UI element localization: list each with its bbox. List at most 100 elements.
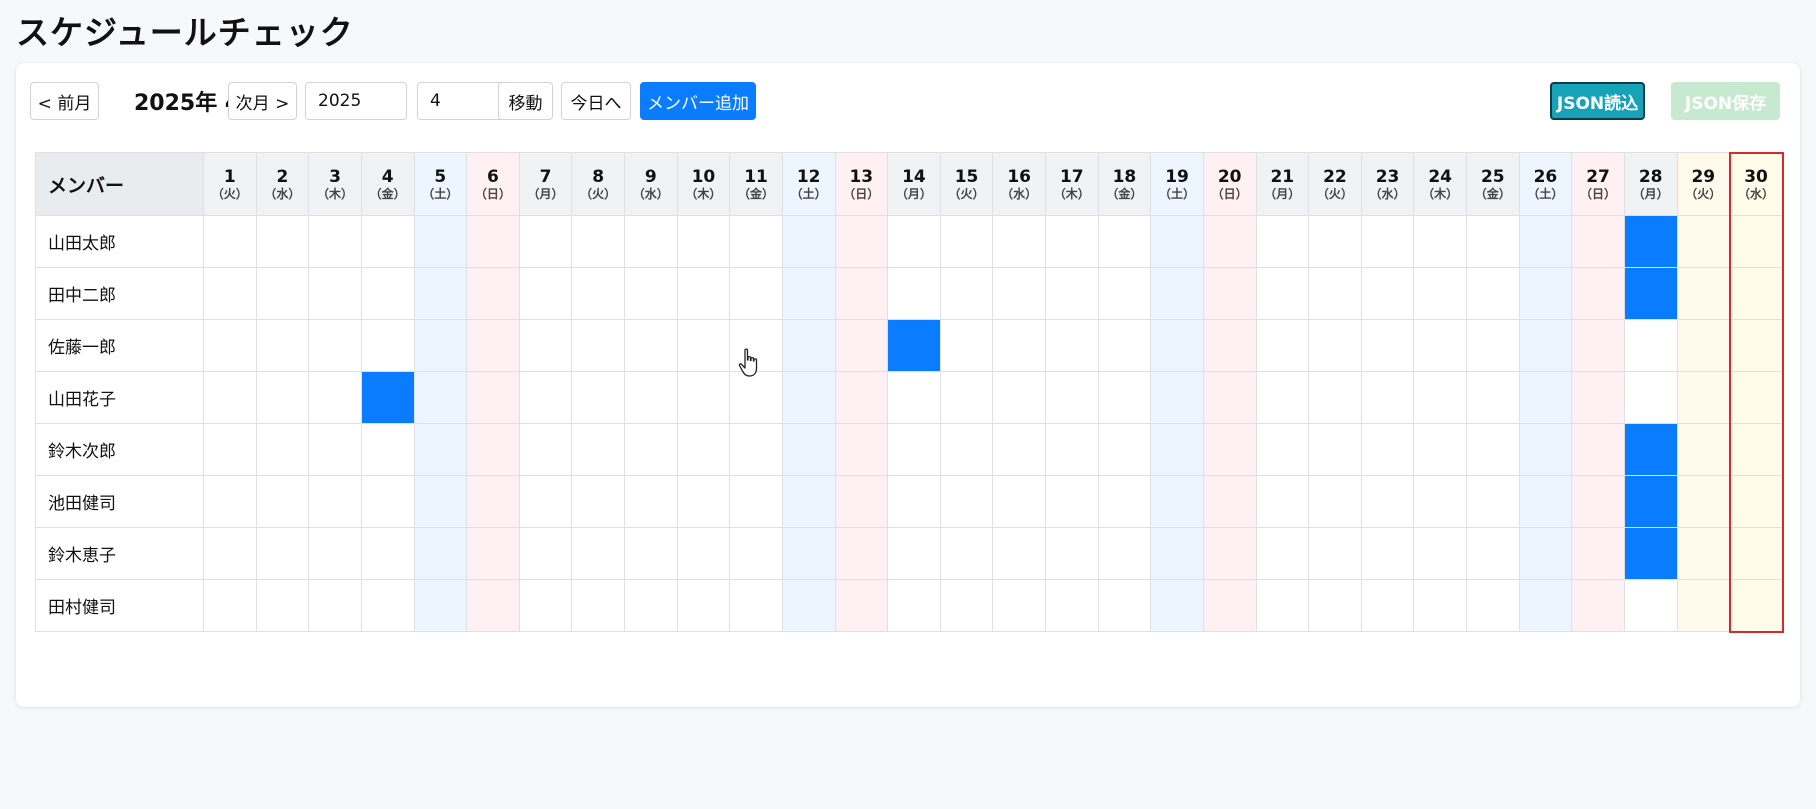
schedule-cell[interactable] — [676, 423, 731, 476]
schedule-cell[interactable] — [834, 215, 889, 268]
schedule-cell[interactable] — [1413, 475, 1467, 528]
schedule-cell[interactable] — [1097, 267, 1152, 320]
schedule-cell[interactable] — [939, 475, 994, 528]
schedule-cell[interactable] — [466, 319, 520, 372]
schedule-cell[interactable] — [1623, 475, 1678, 528]
schedule-cell[interactable] — [1360, 215, 1415, 268]
schedule-cell[interactable] — [1518, 579, 1573, 632]
schedule-cell[interactable] — [203, 579, 257, 632]
schedule-cell[interactable] — [834, 527, 889, 580]
schedule-cell[interactable] — [1676, 579, 1731, 632]
schedule-cell[interactable] — [1571, 215, 1625, 268]
schedule-cell[interactable] — [1413, 579, 1467, 632]
schedule-cell[interactable] — [1308, 371, 1362, 424]
schedule-cell[interactable] — [1413, 527, 1467, 580]
schedule-cell[interactable] — [203, 371, 257, 424]
schedule-cell[interactable] — [887, 215, 941, 268]
schedule-cell[interactable] — [1045, 527, 1099, 580]
schedule-cell[interactable] — [1150, 475, 1204, 528]
schedule-cell[interactable] — [1150, 579, 1204, 632]
schedule-cell[interactable] — [360, 319, 415, 372]
go-button[interactable]: 移動 — [498, 82, 553, 120]
schedule-cell[interactable] — [1202, 579, 1257, 632]
schedule-cell[interactable] — [1729, 475, 1783, 528]
schedule-cell[interactable] — [1571, 267, 1625, 320]
schedule-cell[interactable] — [1255, 267, 1310, 320]
schedule-cell[interactable] — [992, 579, 1046, 632]
schedule-cell[interactable] — [1413, 267, 1467, 320]
schedule-cell[interactable] — [624, 475, 678, 528]
schedule-cell[interactable] — [887, 579, 941, 632]
schedule-cell[interactable] — [518, 319, 573, 372]
schedule-cell[interactable] — [1045, 475, 1099, 528]
schedule-cell[interactable] — [1097, 579, 1152, 632]
schedule-cell[interactable] — [308, 475, 362, 528]
schedule-cell[interactable] — [360, 215, 415, 268]
schedule-cell[interactable] — [1729, 527, 1783, 580]
schedule-cell[interactable] — [413, 527, 468, 580]
schedule-cell[interactable] — [571, 423, 625, 476]
schedule-cell[interactable] — [1097, 215, 1152, 268]
schedule-cell[interactable] — [676, 371, 731, 424]
next-month-button[interactable]: 次月 > — [228, 82, 297, 120]
schedule-cell[interactable] — [1466, 579, 1520, 632]
schedule-cell[interactable] — [518, 423, 573, 476]
schedule-cell[interactable] — [255, 215, 310, 268]
schedule-cell[interactable] — [1202, 371, 1257, 424]
schedule-cell[interactable] — [1255, 319, 1310, 372]
schedule-cell[interactable] — [1466, 267, 1520, 320]
schedule-cell[interactable] — [413, 267, 468, 320]
schedule-cell[interactable] — [1413, 215, 1467, 268]
schedule-cell[interactable] — [676, 319, 731, 372]
schedule-cell[interactable] — [781, 267, 836, 320]
schedule-cell[interactable] — [1623, 319, 1678, 372]
schedule-cell[interactable] — [308, 371, 362, 424]
schedule-cell[interactable] — [834, 319, 889, 372]
schedule-cell[interactable] — [834, 475, 889, 528]
schedule-cell[interactable] — [255, 319, 310, 372]
schedule-cell[interactable] — [466, 527, 520, 580]
schedule-cell[interactable] — [360, 475, 415, 528]
schedule-cell[interactable] — [1676, 267, 1731, 320]
schedule-cell[interactable] — [1150, 215, 1204, 268]
schedule-cell[interactable] — [781, 579, 836, 632]
schedule-cell[interactable] — [1518, 371, 1573, 424]
schedule-cell[interactable] — [1676, 371, 1731, 424]
schedule-cell[interactable] — [834, 267, 889, 320]
schedule-cell[interactable] — [1729, 319, 1783, 372]
schedule-cell[interactable] — [360, 267, 415, 320]
schedule-cell[interactable] — [1360, 475, 1415, 528]
schedule-cell[interactable] — [729, 371, 783, 424]
schedule-cell[interactable] — [781, 215, 836, 268]
schedule-cell[interactable] — [255, 579, 310, 632]
schedule-cell[interactable] — [1202, 267, 1257, 320]
schedule-cell[interactable] — [834, 579, 889, 632]
schedule-cell[interactable] — [729, 215, 783, 268]
schedule-cell[interactable] — [413, 423, 468, 476]
schedule-cell[interactable] — [413, 319, 468, 372]
schedule-cell[interactable] — [1623, 267, 1678, 320]
schedule-cell[interactable] — [676, 215, 731, 268]
schedule-cell[interactable] — [1729, 371, 1783, 424]
schedule-cell[interactable] — [308, 579, 362, 632]
schedule-cell[interactable] — [1045, 371, 1099, 424]
schedule-cell[interactable] — [939, 371, 994, 424]
schedule-cell[interactable] — [1150, 371, 1204, 424]
schedule-cell[interactable] — [203, 527, 257, 580]
schedule-cell[interactable] — [1097, 371, 1152, 424]
schedule-cell[interactable] — [1466, 423, 1520, 476]
schedule-cell[interactable] — [1413, 371, 1467, 424]
schedule-cell[interactable] — [1360, 319, 1415, 372]
schedule-cell[interactable] — [1308, 579, 1362, 632]
schedule-cell[interactable] — [676, 475, 731, 528]
schedule-cell[interactable] — [834, 423, 889, 476]
member-name[interactable]: 田村健司 — [35, 579, 204, 632]
schedule-cell[interactable] — [466, 423, 520, 476]
schedule-cell[interactable] — [571, 319, 625, 372]
schedule-cell[interactable] — [571, 527, 625, 580]
schedule-cell[interactable] — [1202, 215, 1257, 268]
schedule-cell[interactable] — [1676, 319, 1731, 372]
schedule-cell[interactable] — [887, 423, 941, 476]
schedule-cell[interactable] — [1466, 527, 1520, 580]
schedule-cell[interactable] — [360, 579, 415, 632]
